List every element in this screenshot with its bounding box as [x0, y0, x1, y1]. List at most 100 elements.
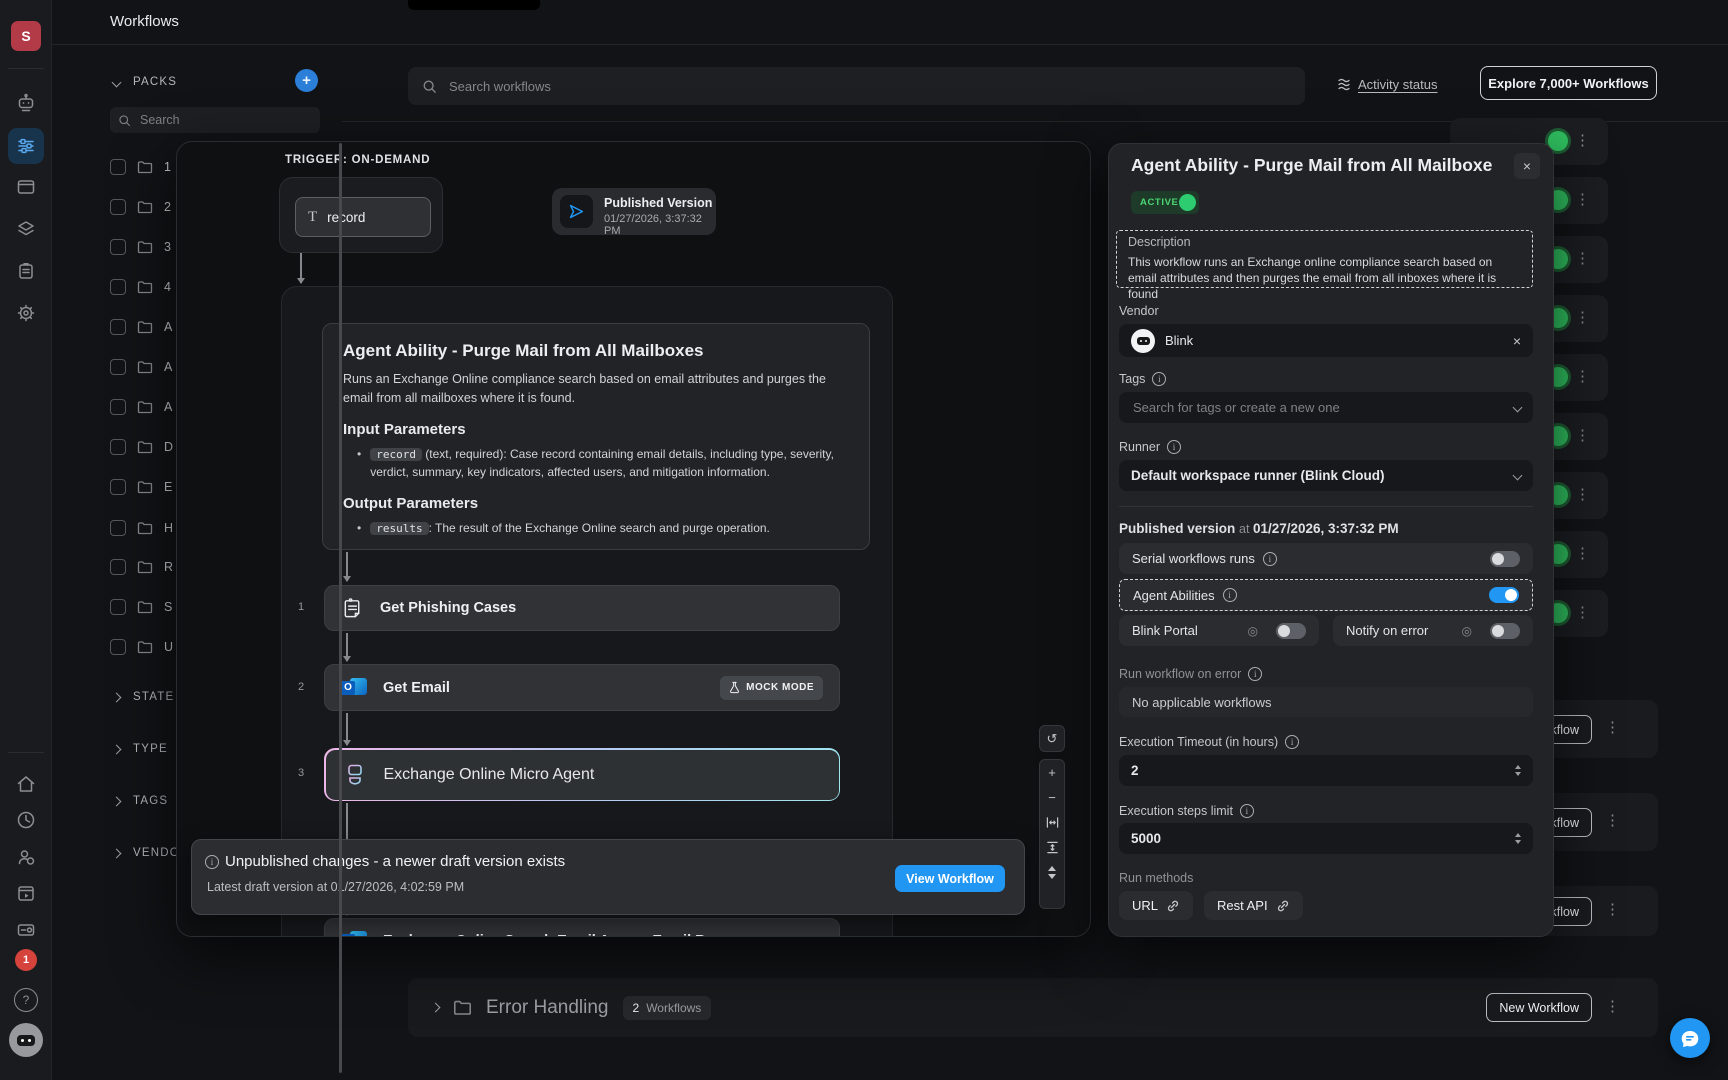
workspace-logo[interactable]: S [11, 21, 41, 51]
view-workflow-button[interactable]: View Workflow [895, 865, 1005, 892]
devices-icon[interactable] [8, 912, 44, 948]
pack-item[interactable]: 1 [110, 157, 171, 177]
published-version-chip[interactable]: Published Version 01/27/2026, 3:37:32 PM [552, 188, 716, 237]
steps-limit-stepper[interactable]: 5000 [1119, 823, 1533, 854]
packs-search[interactable] [110, 107, 320, 133]
checkbox[interactable] [110, 559, 126, 575]
agent-abilities-toggle[interactable] [1489, 587, 1519, 603]
pack-item[interactable]: D [110, 437, 173, 457]
tags-field[interactable] [1119, 392, 1533, 423]
automations-icon[interactable] [8, 85, 44, 121]
pack-item[interactable]: H [110, 518, 173, 538]
stepper-arrows-icon[interactable] [1515, 833, 1521, 844]
pack-item[interactable]: A [110, 317, 172, 337]
workflows-search-input[interactable] [447, 77, 1247, 95]
row-menu-icon[interactable] [1605, 902, 1620, 917]
step-get-phishing-cases[interactable]: Get Phishing Cases [324, 585, 840, 631]
checkbox[interactable] [110, 159, 126, 175]
error-handling-group-row[interactable]: Error Handling 2 Workflows New Workflow [408, 978, 1658, 1037]
step-get-email[interactable]: O Get Email MOCK MODE [324, 664, 840, 711]
checkbox[interactable] [110, 399, 126, 415]
chat-support-button[interactable] [1670, 1018, 1710, 1058]
pack-item[interactable]: A [110, 397, 172, 417]
pack-item[interactable]: R [110, 557, 173, 577]
expand-chevron-icon[interactable] [430, 1002, 441, 1013]
checkbox[interactable] [110, 199, 126, 215]
pack-item[interactable]: 3 [110, 237, 171, 257]
step-exchange-online-micro-agent[interactable]: Exchange Online Micro Agent [324, 748, 840, 801]
packs-icon[interactable] [8, 211, 44, 247]
row-menu-icon[interactable] [1575, 428, 1590, 443]
row-menu-icon[interactable] [1605, 813, 1620, 828]
help-icon[interactable] [14, 988, 38, 1012]
checkbox[interactable] [110, 439, 126, 455]
filter-section-tags[interactable]: TAGS [111, 795, 168, 807]
pan-up-down-icon[interactable] [1040, 860, 1064, 885]
settings-icon[interactable] [8, 295, 44, 331]
sidebar-scrollbar[interactable] [339, 143, 342, 1073]
reports-icon[interactable] [8, 253, 44, 289]
row-menu-icon[interactable] [1575, 192, 1590, 207]
row-menu-icon[interactable] [1575, 546, 1590, 561]
pack-item[interactable]: S [110, 597, 172, 617]
checkbox[interactable] [110, 239, 126, 255]
filter-section-type[interactable]: TYPE [111, 743, 168, 755]
boards-icon[interactable] [8, 169, 44, 205]
packs-search-input[interactable] [138, 112, 288, 128]
checkbox[interactable] [110, 359, 126, 375]
checkbox[interactable] [110, 599, 126, 615]
checkbox[interactable] [110, 520, 126, 536]
checkbox[interactable] [110, 479, 126, 495]
pack-item[interactable]: 4 [110, 277, 171, 297]
apps-icon[interactable] [8, 875, 44, 911]
execution-timeout-stepper[interactable]: 2 [1119, 755, 1533, 786]
explore-workflows-button[interactable]: Explore 7,000+ Workflows [1480, 66, 1657, 100]
row-menu-icon[interactable] [1605, 999, 1620, 1014]
stepper-arrows-icon[interactable] [1515, 765, 1521, 776]
filter-section-state[interactable]: STATE [111, 691, 174, 703]
zoom-out-icon[interactable]: − [1040, 785, 1064, 810]
reset-view-icon[interactable]: ↺ [1040, 726, 1064, 751]
run-on-error-field[interactable]: No applicable workflows [1119, 687, 1533, 717]
activity-status-link[interactable]: Activity status [1337, 77, 1437, 92]
fit-height-icon[interactable] [1040, 835, 1064, 860]
notifications-badge[interactable]: 1 [15, 949, 37, 971]
vendor-field[interactable]: Blink [1119, 324, 1533, 357]
workflows-icon[interactable] [8, 128, 44, 164]
notify-on-error-toggle[interactable] [1490, 622, 1520, 639]
users-icon[interactable] [8, 839, 44, 875]
checkbox[interactable] [110, 639, 126, 655]
close-icon[interactable] [1514, 153, 1540, 179]
checkbox[interactable] [110, 279, 126, 295]
row-menu-icon[interactable] [1575, 369, 1590, 384]
row-menu-icon[interactable] [1575, 251, 1590, 266]
url-run-method-button[interactable]: URL [1119, 891, 1194, 920]
add-pack-button[interactable] [295, 69, 318, 92]
pack-item[interactable]: U [110, 637, 173, 657]
pack-item[interactable]: E [110, 477, 172, 497]
row-menu-icon[interactable] [1575, 133, 1590, 148]
checkbox[interactable] [110, 319, 126, 335]
row-menu-icon[interactable] [1575, 487, 1590, 502]
row-menu-icon[interactable] [1605, 720, 1620, 735]
row-menu-icon[interactable] [1575, 310, 1590, 325]
pack-item[interactable]: A [110, 357, 172, 377]
tags-input[interactable] [1131, 399, 1491, 416]
row-menu-icon[interactable] [1575, 605, 1590, 620]
runner-select[interactable]: Default workspace runner (Blink Cloud) [1119, 460, 1533, 491]
home-icon[interactable] [8, 766, 44, 802]
trigger-input-record[interactable]: record [295, 197, 431, 237]
usage-icon[interactable] [8, 802, 44, 838]
serial-workflows-toggle[interactable] [1490, 550, 1520, 567]
step-exchange-online-search[interactable]: O Exchange Online Search Email Across Em… [324, 918, 840, 936]
zoom-reset-control[interactable]: ↺ [1039, 725, 1065, 752]
workflows-search[interactable] [408, 67, 1305, 105]
rest-api-run-method-button[interactable]: Rest API [1204, 891, 1303, 920]
new-workflow-button[interactable]: New Workflow [1486, 993, 1592, 1022]
pack-item[interactable]: 2 [110, 197, 171, 217]
active-toggle[interactable] [1179, 194, 1196, 211]
status-badge[interactable]: ACTIVE [1131, 191, 1199, 214]
trigger-node[interactable]: record [279, 177, 443, 253]
remove-vendor-icon[interactable] [1513, 333, 1521, 349]
description-editor[interactable]: Description This workflow runs an Exchan… [1116, 230, 1533, 301]
